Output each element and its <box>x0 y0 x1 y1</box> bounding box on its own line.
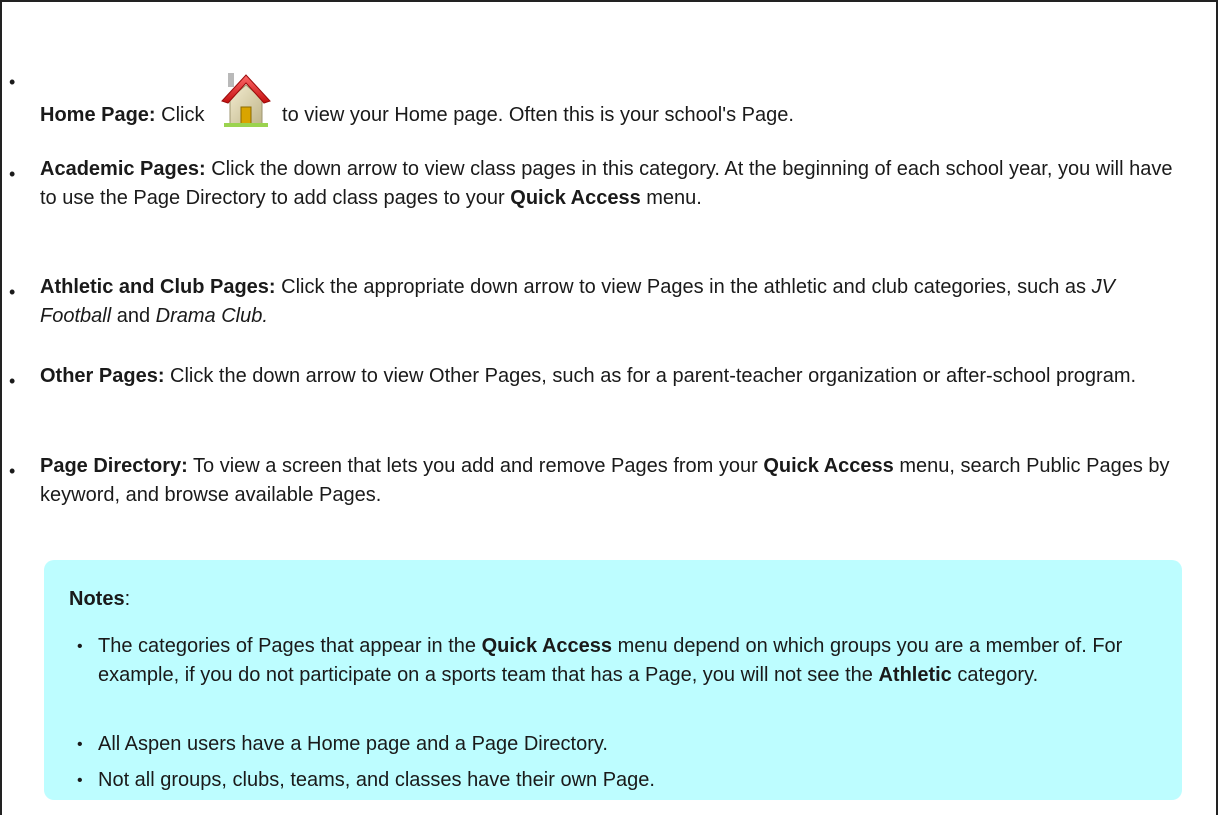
bullet: • <box>9 72 16 92</box>
list-item-page-directory: Page Directory: To view a screen that le… <box>40 455 1170 506</box>
list-item-athletic-club-pages: Athletic and Club Pages: Click the appro… <box>40 276 1115 327</box>
note-item: All Aspen users have a Home page and a P… <box>98 733 608 755</box>
bullet: • <box>77 736 83 753</box>
notes-title: Notes: <box>69 588 131 610</box>
list-item-other-pages: Other Pages: Click the down arrow to vie… <box>40 365 1137 387</box>
bullet: • <box>9 371 16 391</box>
list-item-home-page: Home Page: Click to view your Home page.… <box>40 69 1180 138</box>
bullet: • <box>9 164 16 184</box>
home-icon[interactable] <box>220 69 272 138</box>
item-label: Athletic and Club Pages: <box>40 276 276 298</box>
note-item: Not all groups, clubs, teams, and classe… <box>98 769 655 791</box>
item-label: Home Page: <box>40 104 156 126</box>
item-label: Academic Pages: <box>40 158 206 180</box>
item-label: Page Directory: <box>40 455 188 477</box>
bullet: • <box>77 772 83 789</box>
notes-box: Notes: • The categories of Pages that ap… <box>44 560 1182 800</box>
bullet: • <box>9 282 16 302</box>
bullet: • <box>77 638 83 655</box>
list-item-academic-pages: Academic Pages: Click the down arrow to … <box>40 158 1173 209</box>
item-label: Other Pages: <box>40 365 165 387</box>
note-item: The categories of Pages that appear in t… <box>98 635 1123 686</box>
bullet: • <box>9 461 16 481</box>
